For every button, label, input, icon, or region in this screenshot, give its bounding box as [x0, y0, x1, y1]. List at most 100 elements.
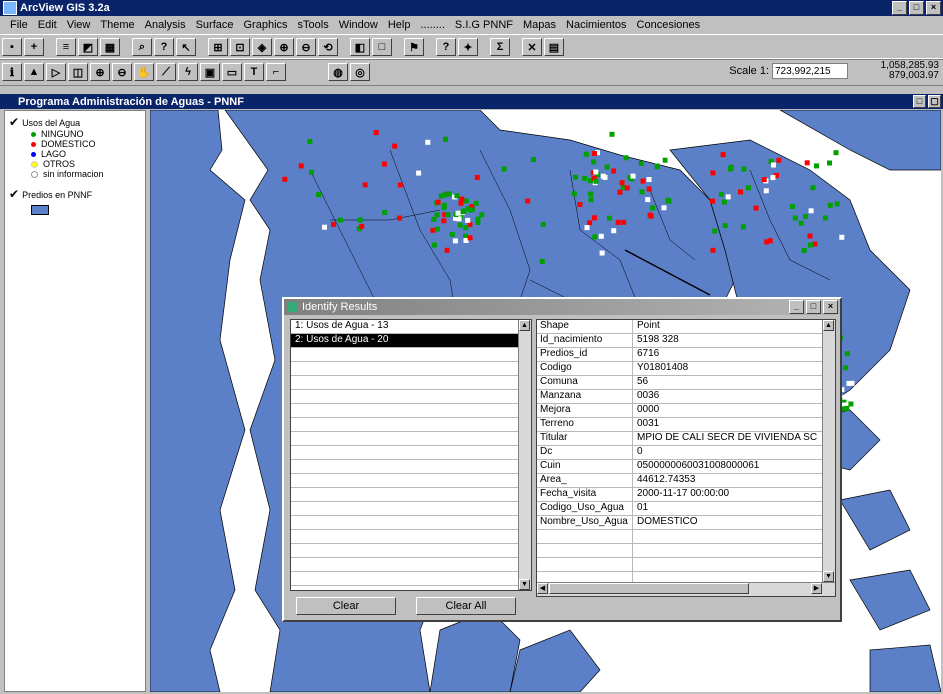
zoom-active-themes-icon[interactable]: ⊡: [230, 38, 250, 56]
water-use-point[interactable]: [728, 164, 734, 170]
water-use-point[interactable]: [617, 189, 623, 195]
query-builder-icon[interactable]: ?: [154, 38, 174, 56]
menu-surface[interactable]: Surface: [196, 19, 234, 31]
water-use-point[interactable]: [615, 219, 621, 225]
water-use-point[interactable]: [808, 242, 813, 248]
water-use-point[interactable]: [710, 170, 716, 176]
water-use-point[interactable]: [457, 222, 463, 228]
water-use-point[interactable]: [382, 210, 388, 215]
water-use-point[interactable]: [455, 210, 461, 216]
water-use-point[interactable]: [833, 150, 839, 156]
water-use-point[interactable]: [322, 224, 327, 230]
water-use-point[interactable]: [623, 155, 629, 161]
water-use-point[interactable]: [441, 205, 447, 211]
water-use-point[interactable]: [501, 166, 507, 172]
water-use-point[interactable]: [282, 176, 288, 182]
water-use-point[interactable]: [661, 205, 667, 211]
water-use-point[interactable]: [827, 202, 833, 208]
menu-concesiones[interactable]: Concesiones: [637, 19, 701, 31]
vertex-edit-tool-icon[interactable]: ▷: [46, 63, 66, 81]
water-use-point[interactable]: [621, 219, 627, 225]
water-use-point[interactable]: [298, 163, 304, 169]
water-use-point[interactable]: [738, 189, 743, 195]
water-use-point[interactable]: [397, 182, 403, 188]
water-use-point[interactable]: [763, 188, 769, 194]
water-use-point[interactable]: [463, 198, 469, 204]
water-use-point[interactable]: [583, 151, 589, 157]
water-use-point[interactable]: [624, 185, 630, 191]
water-use-point[interactable]: [479, 212, 485, 218]
zoom-full-extent-icon[interactable]: ⊞: [208, 38, 228, 56]
save-project-icon[interactable]: ▪: [2, 38, 22, 56]
water-use-point[interactable]: [722, 199, 727, 205]
water-use-point[interactable]: [425, 139, 431, 145]
theme-properties-icon[interactable]: ≡: [56, 38, 76, 56]
scroll-down-arrow-icon[interactable]: ▼: [823, 571, 834, 582]
water-use-point[interactable]: [397, 215, 403, 221]
water-use-point[interactable]: [810, 185, 816, 191]
water-use-point[interactable]: [591, 159, 597, 165]
water-use-point[interactable]: [599, 250, 605, 256]
zoom-out-icon[interactable]: ⊖: [296, 38, 316, 56]
maximize-button[interactable]: □: [909, 1, 924, 15]
water-use-point[interactable]: [441, 218, 447, 224]
menu-theme[interactable]: Theme: [100, 19, 134, 31]
water-use-point[interactable]: [648, 213, 654, 219]
minimize-button[interactable]: _: [892, 1, 907, 15]
checkmark-icon[interactable]: ✔: [9, 116, 19, 128]
water-use-point[interactable]: [725, 194, 731, 200]
water-use-point[interactable]: [582, 175, 588, 181]
water-use-point[interactable]: [801, 247, 807, 253]
water-use-point[interactable]: [359, 223, 365, 229]
water-use-point[interactable]: [834, 201, 840, 207]
water-use-point[interactable]: [475, 216, 481, 222]
water-use-point[interactable]: [465, 217, 471, 223]
water-use-point[interactable]: [463, 225, 469, 231]
menu-edit[interactable]: Edit: [38, 19, 57, 31]
view-maximize-button[interactable]: □: [913, 95, 926, 108]
zoom-in-icon[interactable]: ⊕: [274, 38, 294, 56]
water-use-point[interactable]: [712, 228, 718, 234]
find-icon[interactable]: ⌕: [132, 38, 152, 56]
water-use-point[interactable]: [718, 191, 724, 197]
hotlink-icon[interactable]: ⚑: [404, 38, 424, 56]
dialog-close-button[interactable]: ×: [823, 300, 838, 314]
clear-all-button[interactable]: Clear All: [416, 597, 516, 615]
water-use-point[interactable]: [593, 178, 599, 184]
attribute-table[interactable]: Shape Point Id_nacimiento 5198 328 Predios_i…: [536, 319, 836, 597]
water-use-point[interactable]: [807, 233, 813, 239]
water-use-point[interactable]: [667, 156, 673, 162]
water-use-point[interactable]: [638, 160, 644, 166]
water-use-point[interactable]: [842, 394, 848, 400]
water-use-point[interactable]: [792, 215, 798, 221]
menu-nacimientos[interactable]: Nacimientos: [566, 19, 627, 31]
water-use-point[interactable]: [611, 168, 617, 174]
water-use-point[interactable]: [798, 220, 804, 226]
water-use-point[interactable]: [645, 197, 651, 203]
water-use-point[interactable]: [449, 232, 455, 237]
water-use-point[interactable]: [416, 170, 422, 176]
custom-tool-2-icon[interactable]: ◎: [350, 63, 370, 81]
scroll-up-arrow-icon[interactable]: ▲: [823, 320, 834, 331]
water-use-point[interactable]: [776, 157, 782, 163]
water-use-point[interactable]: [381, 161, 387, 167]
layout-icon[interactable]: ▤: [544, 38, 564, 56]
water-use-point[interactable]: [803, 213, 809, 219]
water-use-point[interactable]: [843, 365, 849, 371]
water-use-point[interactable]: [745, 185, 751, 191]
water-use-point[interactable]: [577, 202, 583, 207]
result-list-item[interactable]: 1: Usos de Agua - 13: [291, 320, 531, 334]
pointer-tool-icon[interactable]: ▲: [24, 63, 44, 81]
menu-stools[interactable]: sTools: [298, 19, 329, 31]
water-use-point[interactable]: [611, 228, 617, 234]
water-use-point[interactable]: [588, 197, 594, 203]
zoom-previous-icon[interactable]: ⟲: [318, 38, 338, 56]
water-use-point[interactable]: [654, 164, 660, 170]
water-use-point[interactable]: [770, 175, 776, 181]
water-use-point[interactable]: [764, 239, 770, 245]
water-use-point[interactable]: [710, 198, 715, 204]
hscroll-thumb[interactable]: [549, 583, 749, 594]
water-use-point[interactable]: [430, 227, 436, 233]
zoom-out-tool-icon[interactable]: ⊖: [112, 63, 132, 81]
water-use-point[interactable]: [592, 215, 597, 221]
